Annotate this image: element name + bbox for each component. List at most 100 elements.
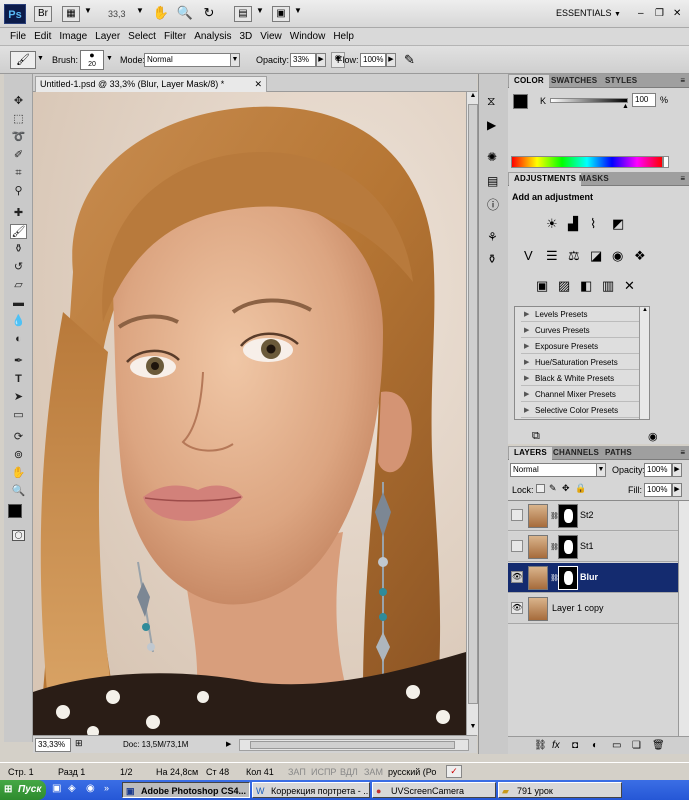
preset-levels[interactable]: ▶ Levels Presets [521,307,645,322]
menu-window[interactable]: Window [290,31,326,42]
presets-scrollbar[interactable]: ▲ [639,307,649,419]
close-icon[interactable]: ✕ [673,8,681,19]
k-slider-handle-icon[interactable]: ▲ [622,103,629,110]
tab-styles[interactable]: STYLES [600,75,642,88]
tool-preset-dropdown-icon[interactable]: ▼ [37,55,44,62]
layer-opacity-slider-icon[interactable]: ▶ [672,463,682,477]
screen-mode-dropdown-icon[interactable]: ▼ [294,6,302,15]
image-canvas[interactable] [33,92,466,735]
fill-slider-icon[interactable]: ▶ [672,483,682,497]
gradient-tool-icon[interactable]: ▬ [10,296,27,311]
arrange-dropdown-icon[interactable]: ▼ [256,6,264,15]
document-tab[interactable]: Untitled-1.psd @ 33,3% (Blur, Layer Mask… [35,76,267,92]
document-horizontal-scrollbar[interactable] [239,739,469,751]
preset-selective-color[interactable]: ▶ Selective Color Presets [521,403,645,418]
lock-all-icon[interactable]: 🔒 [575,483,586,494]
menu-filter[interactable]: Filter [164,31,186,42]
workspace-switcher[interactable]: ESSENTIALS ▼ [556,8,621,18]
layer-style-icon[interactable]: fx [552,740,560,751]
return-to-adjustment-list-icon[interactable]: ⧉ [532,430,540,443]
color-ramp[interactable] [511,156,663,168]
preset-curves[interactable]: ▶ Curves Presets [521,323,645,338]
new-layer-icon[interactable]: ❏ [632,740,641,751]
taskbar-word-document[interactable]: W Коррекция портрета - ... [252,782,370,798]
healing-brush-tool-icon[interactable]: ✚ [10,206,27,221]
quicklaunch-more-icon[interactable]: » [104,783,109,793]
brushes-panel-icon[interactable]: ⚘ [487,230,498,244]
tab-channels[interactable]: CHANNELS [548,447,604,460]
screen-mode-icon[interactable]: ▣ [272,6,290,22]
hand-icon[interactable]: ✋ [152,6,170,22]
layer-opacity-field[interactable]: 100% [644,463,672,477]
color-foreground-swatch[interactable] [513,94,528,109]
rotate-view-icon[interactable]: ↻ [200,6,218,22]
view-extras-dropdown-icon[interactable]: ▼ [84,6,92,15]
zoom-icon[interactable]: 🔍 [176,6,194,22]
layer-mask-thumbnail[interactable] [558,535,578,559]
curves-icon[interactable]: ⌇ [590,216,596,232]
visibility-toggle-empty[interactable] [511,509,523,521]
info-panel-icon[interactable]: ⓘ [487,196,499,213]
start-button[interactable]: ⊞ Пуск [0,780,46,800]
brush-tool-icon[interactable]: 🖌 [10,224,27,239]
blend-mode-dropdown-icon[interactable]: ▼ [596,463,606,477]
navigator-panel-icon[interactable]: ✺ [487,150,497,164]
photo-filter-icon[interactable]: ◉ [612,248,623,264]
blur-tool-icon[interactable]: 💧 [10,314,27,329]
close-document-icon[interactable]: ✕ [254,77,262,91]
new-group-icon[interactable]: ▭ [612,740,621,751]
airbrush-icon[interactable]: ✎ [404,52,415,68]
path-selection-tool-icon[interactable]: ➤ [10,390,27,405]
adjustments-menu-icon[interactable]: ≡ [680,174,685,183]
brightness-contrast-icon[interactable]: ☀ [546,216,558,232]
preset-channel-mixer[interactable]: ▶ Channel Mixer Presets [521,387,645,402]
flow-field[interactable]: 100% [360,53,386,67]
invert-icon[interactable]: ▣ [536,278,548,294]
layer-row-blur[interactable]: 👁 ⛓ Blur [508,563,685,593]
3d-orbit-tool-icon[interactable]: ⊚ [10,448,27,463]
view-extras-icon[interactable]: ▦ [62,6,80,22]
link-layers-icon[interactable]: ⛓ [534,740,547,751]
status-ovr[interactable]: ЗАМ [364,767,383,777]
layer-row-st1[interactable]: ⛓ St1 [508,532,685,562]
layers-scrollbar[interactable] [678,501,689,736]
tab-color[interactable]: COLOR [509,75,549,88]
menu-3d[interactable]: 3D [239,31,252,42]
flow-slider-icon[interactable]: ▶ [386,53,396,67]
taskbar-folder[interactable]: ▰ 791 урок [498,782,622,798]
k-value-field[interactable]: 100 [632,93,656,107]
3d-rotate-tool-icon[interactable]: ⟳ [10,430,27,445]
quicklaunch-browser-icon[interactable]: ◉ [86,783,95,794]
menu-layer[interactable]: Layer [95,31,120,42]
tab-layers[interactable]: LAYERS [509,447,552,460]
quicklaunch-explorer-icon[interactable]: ◈ [68,783,76,794]
zoom-percent-field[interactable]: 33,33% [35,738,71,752]
white-ramp[interactable] [663,156,669,168]
spelling-status-icon[interactable]: ✓ [446,765,462,778]
rectangle-tool-icon[interactable]: ▭ [10,408,27,423]
mode-select[interactable]: Normal [144,53,240,67]
clone-source-panel-icon[interactable]: ⚱ [487,252,497,266]
layers-menu-icon[interactable]: ≡ [680,448,685,457]
new-adjustment-layer-icon[interactable]: ◐ [592,740,598,751]
document-vertical-scrollbar[interactable]: ▲ ▼ [466,92,478,735]
tab-swatches[interactable]: SWATCHES [546,75,602,88]
histogram-panel-icon[interactable]: ▤ [487,174,498,188]
taskbar-photoshop[interactable]: ▣ Adobe Photoshop CS4... [122,782,250,798]
lock-image-icon[interactable]: ✎ [549,483,557,494]
crop-tool-icon[interactable]: ⌗ [10,166,27,181]
move-tool-icon[interactable]: ✥ [10,94,27,109]
trash-icon[interactable]: 🗑 [652,740,665,751]
eraser-tool-icon[interactable]: ▱ [10,278,27,293]
layer-mask-thumbnail[interactable] [558,566,578,590]
preset-exposure[interactable]: ▶ Exposure Presets [521,339,645,354]
arrange-documents-icon[interactable]: ▤ [234,6,252,22]
zoom-dropdown-icon[interactable]: ▼ [136,6,144,15]
marquee-tool-icon[interactable]: ⬚ [10,112,27,127]
preset-hue-saturation[interactable]: ▶ Hue/Saturation Presets [521,355,645,370]
dodge-tool-icon[interactable]: ◐ [10,332,27,347]
menu-view[interactable]: View [260,31,282,42]
preset-black-white[interactable]: ▶ Black & White Presets [521,371,645,386]
opacity-slider-icon[interactable]: ▶ [316,53,326,67]
status-menu-icon[interactable]: ▶ [226,740,231,748]
